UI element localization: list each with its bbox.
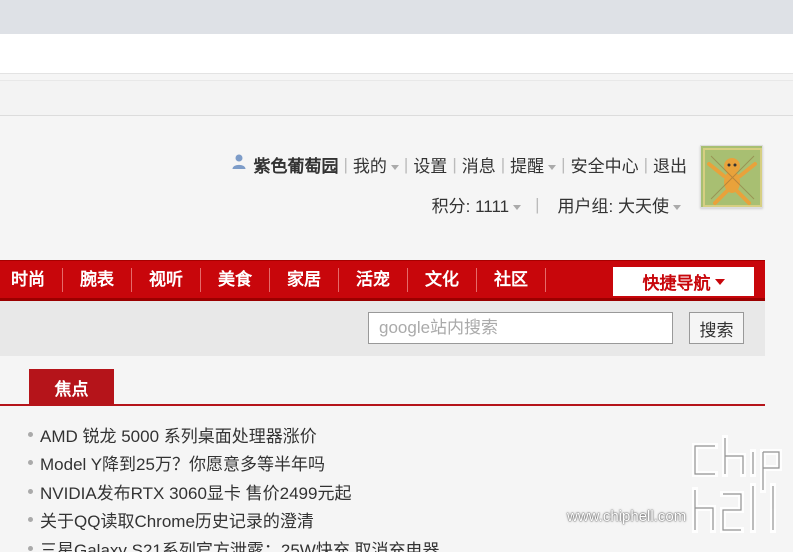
news-title: 关于QQ读取Chrome历史记录的澄清 [40, 512, 314, 532]
quick-nav-button[interactable]: 快捷导航 [613, 267, 754, 296]
separator: | [643, 154, 648, 174]
list-item[interactable]: Model Y降到25万？你愿意多等半年吗 [28, 449, 440, 478]
news-title: AMD 锐龙 5000 系列桌面处理器涨价 [40, 426, 317, 446]
user-group-link[interactable]: 用户组: 大天使 [558, 192, 681, 217]
logout-link[interactable]: 退出 [653, 152, 687, 177]
avatar[interactable] [700, 145, 763, 208]
separator: | [535, 194, 540, 214]
list-item[interactable]: AMD 锐龙 5000 系列桌面处理器涨价 [28, 420, 440, 449]
security-center-link[interactable]: 安全中心 [571, 152, 639, 177]
nav-items: 时尚 腕表 视听 美食 家居 活宠 文化 社区 [0, 261, 546, 299]
notifications-label: 提醒 [510, 157, 545, 176]
separator: | [452, 154, 457, 174]
news-list: AMD 锐龙 5000 系列桌面处理器涨价 Model Y降到25万？你愿意多等… [28, 420, 440, 552]
bullet-icon [28, 488, 33, 494]
separator: | [561, 154, 566, 174]
nav-item-community[interactable]: 社区 [477, 268, 546, 292]
chevron-down-icon [673, 205, 681, 211]
browser-bookmark-bar [0, 80, 793, 116]
nav-item-home[interactable]: 家居 [270, 268, 339, 292]
credits-link[interactable]: 积分: 1111 [431, 192, 522, 217]
chiphell-watermark-logo [692, 435, 782, 533]
my-menu-link[interactable]: 我的 [353, 152, 399, 177]
news-title: NVIDIA发布RTX 3060显卡 售价2499元起 [40, 483, 352, 503]
news-title: Model Y降到25万？你愿意多等半年吗 [40, 455, 325, 475]
search-button[interactable]: 搜索 [689, 312, 744, 344]
user-icon [232, 154, 246, 169]
avatar-image [701, 146, 762, 207]
watermark-url: www.chiphell.com [567, 508, 687, 525]
separator: | [403, 154, 409, 174]
bullet-icon [28, 545, 33, 551]
list-item[interactable]: 关于QQ读取Chrome历史记录的澄清 [28, 506, 440, 535]
settings-link[interactable]: 设置 [413, 152, 447, 177]
browser-address-bar[interactable] [0, 34, 793, 74]
news-title: 三星Galaxy S21系列官方泄露：25W快充 取消充电器 [40, 540, 440, 552]
bullet-icon [28, 431, 33, 437]
bullet-icon [28, 517, 33, 523]
quick-nav-label: 快捷导航 [642, 274, 711, 293]
chevron-down-icon [714, 278, 725, 285]
nav-item-fashion[interactable]: 时尚 [0, 268, 63, 292]
messages-link[interactable]: 消息 [462, 152, 496, 177]
chevron-down-icon [548, 165, 557, 171]
nav-item-pets[interactable]: 活宠 [339, 268, 408, 292]
user-group-label: 用户组: 大天使 [557, 197, 669, 216]
nav-item-food[interactable]: 美食 [201, 268, 270, 292]
main-navbar: 时尚 腕表 视听 美食 家居 活宠 文化 社区 快捷导航 [0, 260, 765, 301]
chevron-down-icon [513, 205, 522, 211]
notifications-link[interactable]: 提醒 [510, 152, 557, 177]
focus-divider [0, 404, 765, 406]
list-item[interactable]: NVIDIA发布RTX 3060显卡 售价2499元起 [28, 477, 440, 506]
nav-item-watches[interactable]: 腕表 [63, 268, 132, 292]
separator: | [500, 154, 506, 174]
browser-tab-strip [0, 0, 793, 34]
list-item[interactable]: 三星Galaxy S21系列官方泄露：25W快充 取消充电器 [28, 534, 440, 552]
chevron-down-icon [390, 165, 399, 171]
tab-focus[interactable]: 焦点 [29, 369, 114, 405]
bullet-icon [28, 460, 33, 466]
credits-row: 积分: 1111 | 用户组: 大天使 [432, 192, 681, 217]
nav-item-audio-video[interactable]: 视听 [132, 268, 201, 292]
separator: | [343, 154, 348, 174]
username-link[interactable]: 紫色葡萄园 [253, 152, 338, 177]
nav-item-culture[interactable]: 文化 [408, 268, 477, 292]
my-menu-label: 我的 [352, 157, 387, 176]
credits-label: 积分: 1111 [431, 197, 510, 216]
search-input[interactable] [368, 312, 673, 344]
user-menu: 紫色葡萄园 | 我的 | 设置 | 消息 | 提醒 | 安全中心 | 退出 [231, 152, 687, 177]
